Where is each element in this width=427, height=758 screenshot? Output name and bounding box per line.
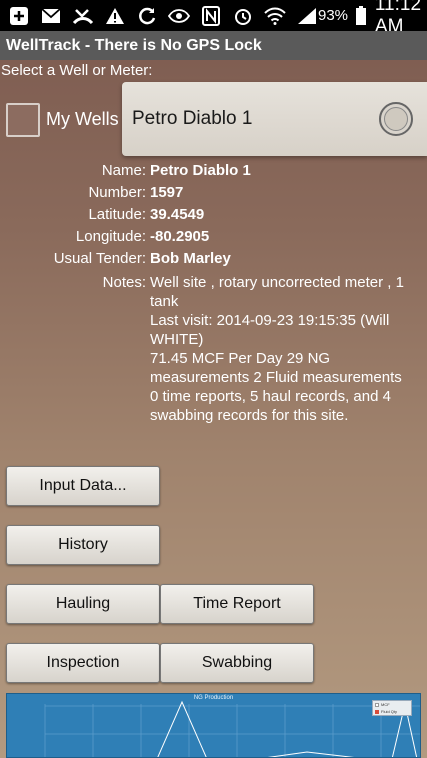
select-well-label: Select a Well or Meter: xyxy=(1,62,153,79)
selected-well: Petro Diablo 1 xyxy=(132,108,253,129)
wifi-icon xyxy=(264,5,286,27)
alarm-icon xyxy=(232,5,254,27)
legend-item-mcf: MCF xyxy=(373,701,411,708)
chart-grid xyxy=(44,704,420,757)
status-bar: 93% 11:12 AM xyxy=(0,0,427,37)
my-wells-checkbox[interactable] xyxy=(6,103,40,137)
number-value: 1597 xyxy=(150,184,184,201)
name-label: Name: xyxy=(101,162,146,179)
detail-row-latitude: Latitude: 39.4549 xyxy=(0,204,427,226)
notes-section: Notes: Well site , rotary uncorrected me… xyxy=(0,273,427,425)
notes-line: 71.45 MCF Per Day 29 NG measurements 2 F… xyxy=(150,350,402,386)
well-selector-dropdown[interactable]: Petro Diablo 1 xyxy=(122,82,427,156)
input-data-button[interactable]: Input Data... xyxy=(6,466,160,506)
legend-swatch-mcf xyxy=(375,702,379,707)
app-title: WellTrack - There is No GPS Lock xyxy=(6,36,262,54)
detail-row-tender: Usual Tender: Bob Marley xyxy=(0,248,427,270)
latitude-value: 39.4549 xyxy=(150,206,205,223)
battery-percent: 93% xyxy=(318,7,349,24)
history-button[interactable]: History xyxy=(6,525,160,565)
detail-row-longitude: Longitude: -80.2905 xyxy=(0,226,427,248)
missed-call-icon xyxy=(72,5,94,27)
app-title-bar: WellTrack - There is No GPS Lock xyxy=(0,31,427,60)
tender-label: Usual Tender: xyxy=(53,250,146,267)
longitude-value: -80.2905 xyxy=(150,228,210,245)
series-line-mcf xyxy=(157,700,418,757)
warning-icon xyxy=(104,5,126,27)
signal-icon xyxy=(296,5,318,27)
chart-plot xyxy=(44,700,420,757)
legend-label-fluid: Fluid Qty xyxy=(381,709,398,714)
my-wells-label[interactable]: My Wells xyxy=(46,109,119,130)
name-value: Petro Diablo 1 xyxy=(150,162,251,179)
longitude-label: Longitude: xyxy=(75,228,146,245)
nfc-icon xyxy=(200,5,222,27)
chart-legend: MCF Fluid Qty xyxy=(372,700,412,716)
well-details: Name: Petro Diablo 1 Number: 1597 Latitu… xyxy=(0,160,427,270)
eye-icon xyxy=(168,5,190,27)
tender-value: Bob Marley xyxy=(150,250,231,267)
notes-value: Well site , rotary uncorrected meter , 1… xyxy=(150,273,420,425)
detail-row-number: Number: 1597 xyxy=(0,182,427,204)
notes-label: Notes: xyxy=(102,274,146,291)
legend-label-mcf: MCF xyxy=(381,702,390,707)
swabbing-button[interactable]: Swabbing xyxy=(160,643,314,683)
sync-icon xyxy=(136,5,158,27)
battery-icon xyxy=(354,5,369,27)
legend-item-fluid: Fluid Qty xyxy=(373,708,411,715)
mail-icon xyxy=(40,5,62,27)
time-report-button[interactable]: Time Report xyxy=(160,584,314,624)
dropdown-radio-icon xyxy=(379,102,413,136)
detail-row-name: Name: Petro Diablo 1 xyxy=(0,160,427,182)
notes-line: Last visit: 2014-09-23 19:15:35 (Will WH… xyxy=(150,312,390,348)
production-chart: NG Production MCF Fluid Qty xyxy=(6,693,421,758)
legend-swatch-fluid xyxy=(375,709,379,714)
inspection-button[interactable]: Inspection xyxy=(6,643,160,683)
notes-line: 0 time reports, 5 haul records, and 4 sw… xyxy=(150,388,391,424)
number-label: Number: xyxy=(88,184,146,201)
latitude-label: Latitude: xyxy=(88,206,146,223)
add-icon xyxy=(8,5,30,27)
hauling-button[interactable]: Hauling xyxy=(6,584,160,624)
notes-line: Well site , rotary uncorrected meter , 1… xyxy=(150,274,404,310)
